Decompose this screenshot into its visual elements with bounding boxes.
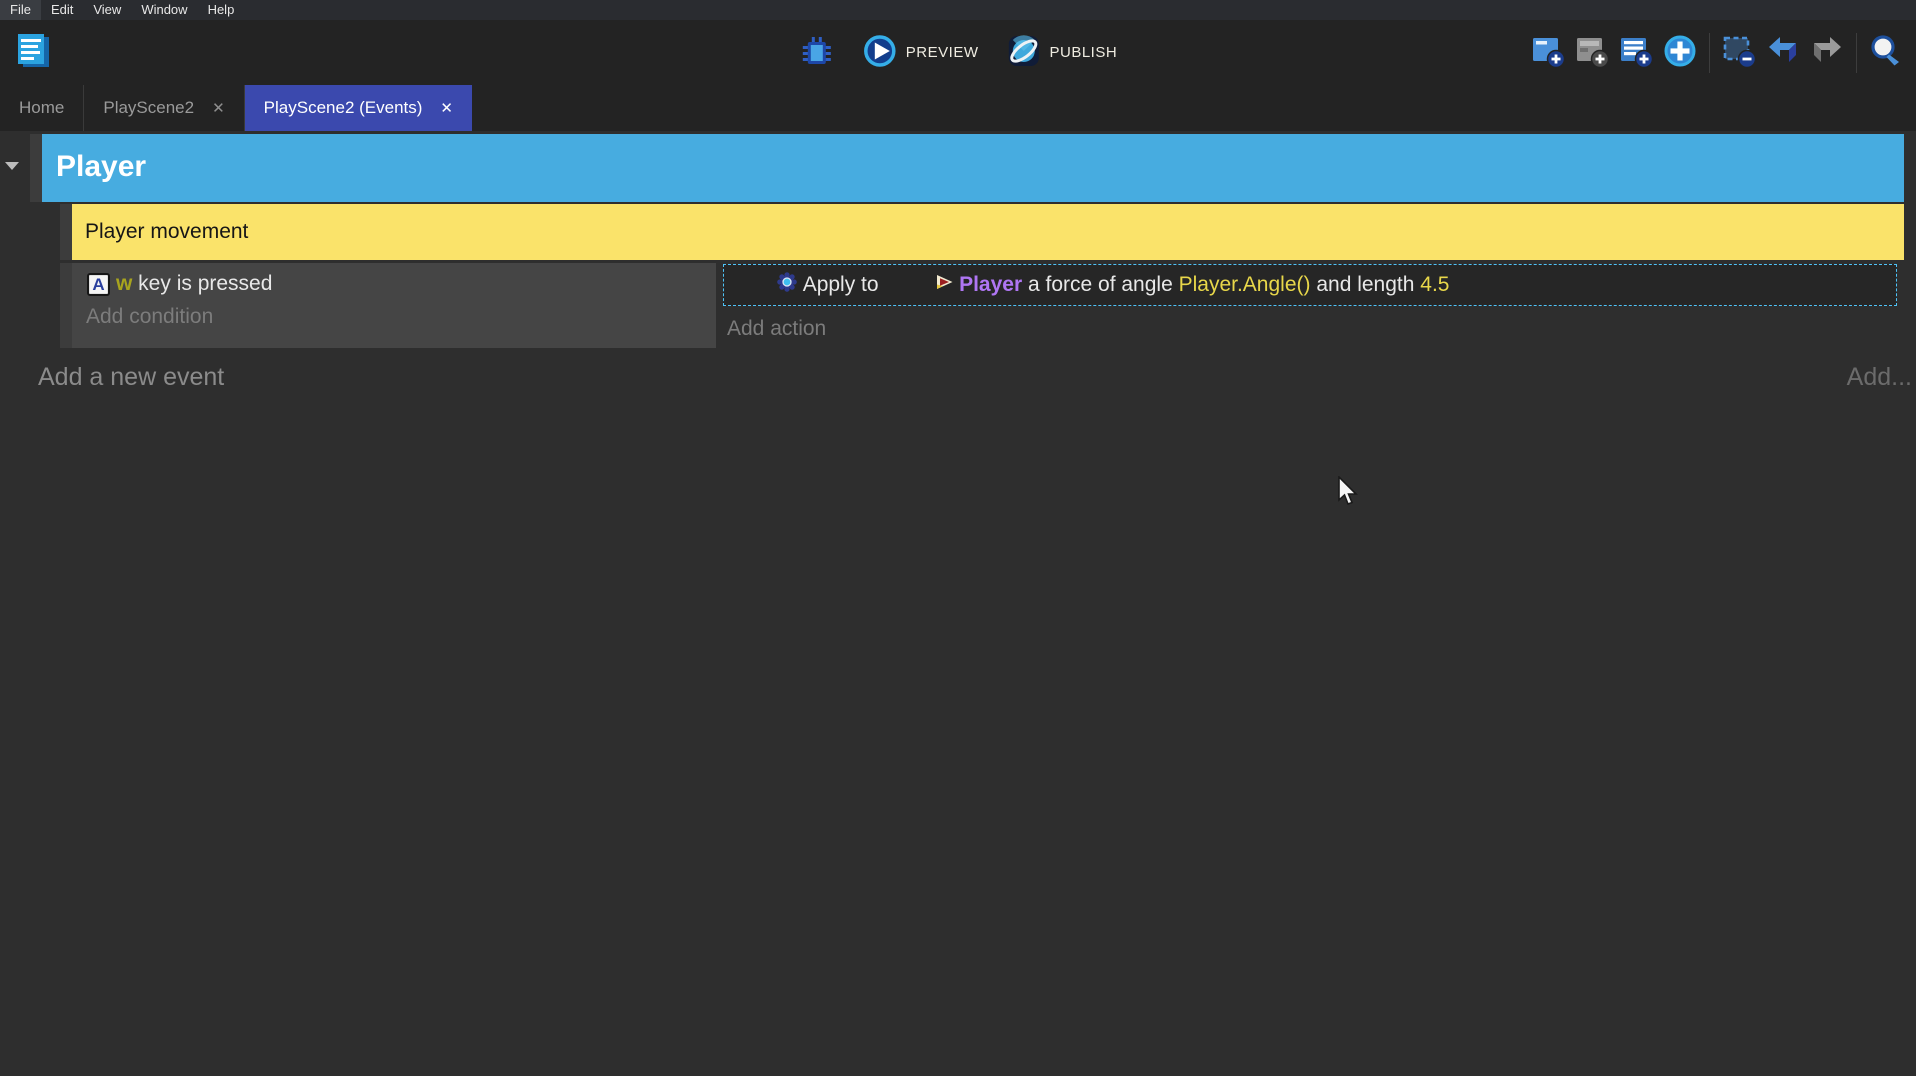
tab-label: PlayScene2 (Events)	[264, 98, 423, 118]
delete-event-button[interactable]	[1718, 31, 1760, 75]
debug-button[interactable]	[799, 33, 835, 73]
play-icon	[863, 34, 897, 72]
redo-button[interactable]	[1806, 31, 1848, 75]
add-other-button[interactable]	[1659, 31, 1701, 75]
collapse-arrow-icon[interactable]	[5, 162, 19, 170]
search-button[interactable]	[1865, 31, 1907, 75]
add-subevent-button[interactable]	[1571, 31, 1613, 75]
app-logo-icon[interactable]	[12, 30, 54, 74]
menu-view[interactable]: View	[83, 0, 131, 20]
add-action-button[interactable]: Add action	[727, 317, 826, 341]
tab-playscene2[interactable]: PlayScene2 ✕	[84, 85, 244, 131]
menu-edit[interactable]: Edit	[41, 0, 83, 20]
add-circle-icon	[1662, 33, 1698, 72]
delete-selection-icon	[1721, 33, 1757, 72]
event-drag-handle[interactable]	[30, 134, 42, 202]
action-value: 4.5	[1420, 273, 1449, 297]
force-icon	[730, 248, 797, 322]
menu-help[interactable]: Help	[198, 0, 245, 20]
keyboard-key-icon: A	[87, 273, 110, 296]
action-expression: Player.Angle()	[1179, 273, 1311, 297]
player-object-icon	[889, 249, 954, 321]
conditions-column: A w key is pressed Add condition	[72, 263, 716, 348]
menu-bar: File Edit View Window Help	[0, 0, 1916, 20]
action-text-part2: a force of angle	[1022, 273, 1178, 297]
close-icon[interactable]: ✕	[440, 99, 453, 117]
action-text-part3: and length	[1311, 273, 1421, 297]
toolbar-separator	[1856, 33, 1857, 73]
search-icon	[1868, 33, 1904, 72]
toolbar-separator	[1709, 33, 1710, 73]
menu-file[interactable]: File	[0, 0, 41, 20]
action-object-name: Player	[959, 273, 1022, 297]
add-more-button[interactable]: Add...	[1847, 363, 1912, 392]
close-icon[interactable]: ✕	[212, 99, 225, 117]
action-row-selected[interactable]: Apply to Player a force of angle Player.…	[723, 264, 1897, 306]
publish-button[interactable]: PUBLISH	[1006, 34, 1117, 72]
event-drag-handle[interactable]	[60, 263, 72, 348]
preview-label: PREVIEW	[906, 44, 979, 61]
redo-icon	[1809, 33, 1845, 72]
debug-bug-icon	[799, 33, 835, 73]
event-group-header[interactable]: Player	[42, 134, 1904, 202]
tab-home[interactable]: Home	[0, 85, 84, 131]
group-title: Player	[56, 150, 146, 183]
condition-row[interactable]: A w key is pressed	[72, 263, 716, 296]
add-new-event-button[interactable]: Add a new event	[38, 363, 224, 392]
tab-label: Home	[19, 98, 64, 118]
tab-bar: Home PlayScene2 ✕ PlayScene2 (Events) ✕	[0, 85, 1916, 131]
mouse-cursor-icon	[1337, 476, 1361, 513]
menu-window[interactable]: Window	[131, 0, 197, 20]
preview-button[interactable]: PREVIEW	[863, 34, 979, 72]
toolbar-center: PREVIEW PUBLISH	[785, 20, 1131, 85]
add-comment-button[interactable]	[1615, 31, 1657, 75]
globe-icon	[1006, 34, 1040, 72]
condition-text: w key is pressed	[116, 272, 272, 296]
add-condition-button[interactable]: Add condition	[86, 305, 716, 329]
undo-button[interactable]	[1762, 31, 1804, 75]
toolbar-right	[1526, 20, 1908, 85]
event-drag-handle[interactable]	[60, 204, 72, 260]
add-event-button[interactable]	[1527, 31, 1569, 75]
undo-icon	[1765, 33, 1801, 72]
publish-label: PUBLISH	[1049, 44, 1117, 61]
action-text-part1: Apply to	[803, 273, 885, 297]
tab-label: PlayScene2	[103, 98, 194, 118]
comment-row[interactable]: Player movement	[72, 204, 1904, 260]
add-subevent-icon	[1574, 33, 1610, 72]
comment-text: Player movement	[85, 220, 248, 243]
add-event-icon	[1530, 33, 1566, 72]
toolbar: PREVIEW PUBLISH	[0, 20, 1916, 85]
tab-playscene2-events[interactable]: PlayScene2 (Events) ✕	[245, 85, 472, 131]
gdevelop-window: File Edit View Window Help	[0, 0, 1916, 1076]
events-sheet: Player Player movement A w key is presse…	[0, 131, 1916, 1076]
add-comment-icon	[1618, 33, 1654, 72]
